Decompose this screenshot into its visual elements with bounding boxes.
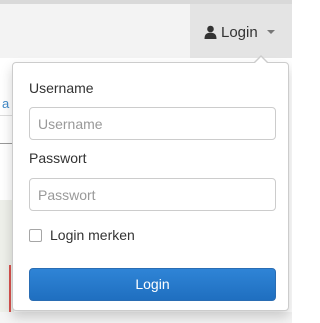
- remember-me-row[interactable]: Login merken: [29, 226, 135, 244]
- login-dropdown-toggle[interactable]: Login: [204, 20, 275, 44]
- password-label: Passwort: [29, 150, 87, 166]
- password-input[interactable]: [29, 178, 276, 211]
- dropdown-arrow-inner: [255, 57, 267, 63]
- user-icon: [204, 25, 217, 39]
- background-link-fragment: a: [2, 96, 10, 111]
- login-toggle-label: Login: [221, 23, 258, 41]
- page: Login a Username Passwort Login merken L…: [0, 0, 292, 323]
- username-input[interactable]: [29, 107, 276, 140]
- caret-down-icon: [266, 30, 275, 34]
- login-submit-button[interactable]: Login: [29, 268, 276, 301]
- background-bottom-strip: [0, 312, 292, 323]
- username-label: Username: [29, 80, 94, 96]
- remember-me-checkbox[interactable]: [29, 228, 42, 242]
- remember-me-label: Login merken: [50, 227, 135, 243]
